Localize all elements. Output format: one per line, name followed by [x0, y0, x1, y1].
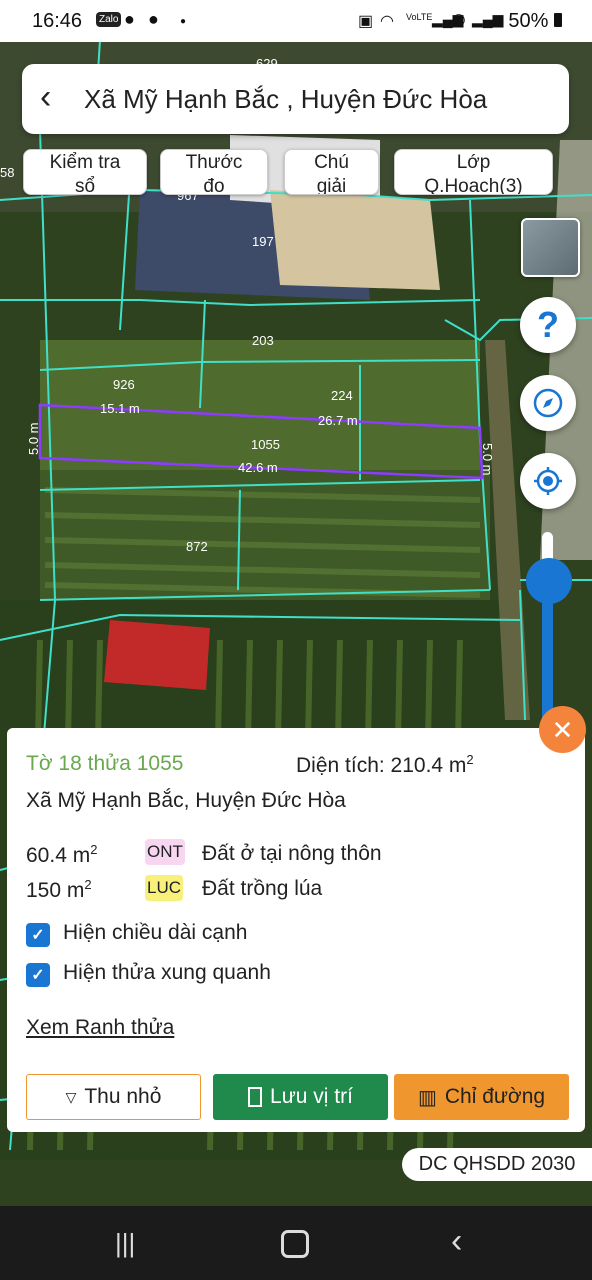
collapse-label: Thu nhỏ — [84, 1085, 162, 1108]
opacity-slider-handle[interactable] — [526, 558, 572, 604]
help-button[interactable]: ? — [520, 297, 576, 353]
back-nav-icon[interactable]: ‹ — [451, 1222, 462, 1261]
directions-button[interactable]: ▥ Chỉ đường — [394, 1074, 569, 1120]
map-icon: ▥ — [417, 1086, 437, 1109]
close-panel-button[interactable]: ✕ — [539, 706, 586, 753]
show-edge-length-label: Hiện chiều dài cạnh — [63, 921, 248, 944]
check-icon: ✓ — [31, 967, 45, 984]
clock: 16:46 — [32, 10, 83, 32]
ruler-button[interactable]: Thước đo — [160, 149, 268, 195]
battery-level: 50% — [508, 10, 549, 32]
land-use-desc: Đất trồng lúa — [202, 877, 323, 900]
parcel-label: 224 — [331, 388, 353, 403]
chat-icon: ● — [124, 9, 135, 29]
signal-icon: ▂▄▆ — [472, 11, 504, 27]
layer-badge[interactable]: DC QHSDD 2030 — [402, 1148, 592, 1181]
parcel-area: Diện tích: 210.4 m2 — [296, 752, 474, 778]
compass-button[interactable] — [520, 375, 576, 431]
show-edge-length-checkbox[interactable]: ✓ — [26, 923, 50, 947]
bookmark-icon — [248, 1087, 263, 1107]
close-icon: ✕ — [551, 714, 574, 745]
check-book-button[interactable]: Kiểm tra sổ — [23, 149, 147, 195]
compass-icon — [533, 388, 563, 418]
dot-icon: ● — [180, 16, 187, 27]
facebook-icon: ● — [148, 9, 159, 29]
parcel-label: 1055 — [251, 437, 280, 452]
basemap-layer-icon[interactable] — [521, 218, 580, 277]
volte-icon: VoLTE — [406, 12, 433, 22]
edge-length-label: 15.1 m — [100, 401, 140, 416]
area-value: Diện tích: 210.4 m — [296, 754, 467, 777]
land-use-area-value: 60.4 m — [26, 844, 91, 867]
save-location-button[interactable]: Lưu vị trí — [213, 1074, 388, 1120]
save-location-label: Lưu vị trí — [270, 1085, 353, 1108]
status-bar: 16:46 Zalo ● ● ● ▣ ◠ VoLTE ▂▄▆ ✆ ▂▄▆ 50% — [0, 0, 592, 42]
my-location-button[interactable] — [520, 453, 576, 509]
show-neighbors-checkbox[interactable]: ✓ — [26, 963, 50, 987]
area-unit-sup: 2 — [90, 842, 98, 857]
edge-length-label: 26.7 m — [318, 413, 358, 428]
back-icon[interactable]: ‹ — [40, 80, 51, 114]
view-boundary-link[interactable]: Xem Ranh thửa — [26, 1016, 174, 1040]
legend-button[interactable]: Chú giải — [284, 149, 379, 195]
area-unit-sup: 2 — [466, 752, 474, 767]
parcel-info-panel: Tờ 18 thửa 1055 Diện tích: 210.4 m2 Xã M… — [7, 728, 585, 1132]
parcel-label: 872 — [186, 539, 208, 554]
page-title: Xã Mỹ Hạnh Bắc , Huyện Đức Hòa — [84, 84, 488, 114]
help-icon: ? — [537, 304, 559, 345]
battery-indicator: 50% — [508, 10, 562, 33]
home-icon[interactable] — [281, 1230, 309, 1258]
parcel-address: Xã Mỹ Hạnh Bắc, Huyện Đức Hòa — [26, 789, 346, 812]
locate-icon — [534, 467, 562, 495]
land-code-badge: ONT — [145, 839, 185, 865]
zalo-icon: Zalo — [96, 12, 122, 27]
land-use-desc: Đất ở tại nông thôn — [202, 842, 382, 865]
edge-length-label: 5.0 m — [26, 422, 41, 455]
land-code-badge: LUC — [145, 875, 184, 901]
area-unit-sup: 2 — [84, 877, 92, 892]
edge-length-label: 5.0 m — [480, 443, 495, 476]
collapse-button[interactable]: ▽ Thu nhỏ — [26, 1074, 201, 1120]
location-header: ‹ Xã Mỹ Hạnh Bắc , Huyện Đức Hòa — [22, 64, 569, 134]
alarm-icon: ▣ — [358, 13, 374, 30]
triangle-down-icon: ▽ — [65, 1088, 77, 1105]
parcel-id: Tờ 18 thửa 1055 — [26, 752, 184, 775]
check-icon: ✓ — [31, 927, 45, 944]
parcel-label: 926 — [113, 377, 135, 392]
land-use-area-value: 150 m — [26, 879, 85, 902]
show-neighbors-label: Hiện thửa xung quanh — [63, 961, 271, 984]
system-nav-bar: ||| ‹ — [0, 1206, 592, 1280]
call-icon: ✆ — [452, 13, 466, 30]
edge-length-label: 42.6 m — [238, 460, 278, 475]
directions-label: Chỉ đường — [444, 1085, 546, 1108]
parcel-label: 58 — [0, 165, 14, 180]
wifi-icon: ◠ — [380, 13, 394, 30]
battery-icon — [554, 13, 562, 27]
land-use-area: 150 m2 — [26, 877, 92, 903]
planning-layer-button[interactable]: Lớp Q.Hoach(3) — [394, 149, 553, 195]
land-use-area: 60.4 m2 — [26, 842, 97, 868]
parcel-label: 197 — [252, 234, 274, 249]
parcel-label: 203 — [252, 333, 274, 348]
recent-apps-icon[interactable]: ||| — [115, 1228, 135, 1259]
